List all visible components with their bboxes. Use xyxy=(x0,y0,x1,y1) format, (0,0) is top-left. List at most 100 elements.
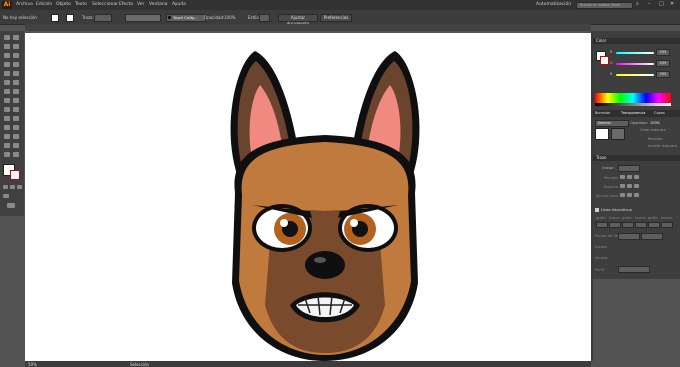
butt-cap-icon[interactable] xyxy=(620,175,625,179)
menu-archivo[interactable]: Archivo xyxy=(16,2,33,7)
stock-search-input[interactable]: Buscar en Adobe Stock xyxy=(576,2,633,9)
fill-swatch[interactable] xyxy=(51,14,59,22)
channel-b-value[interactable]: 255 xyxy=(656,71,670,78)
invert-mask-checkbox[interactable]: Invertir máscara xyxy=(648,144,677,148)
channel-g-slider[interactable] xyxy=(616,63,654,65)
menu-edicion[interactable]: Edición xyxy=(36,2,52,7)
align-inside-icon[interactable] xyxy=(627,193,632,197)
color-panel-header[interactable]: Color xyxy=(593,38,680,44)
screen-mode-icon[interactable] xyxy=(7,203,15,208)
square-cap-icon[interactable] xyxy=(634,175,639,179)
rectangle-tool-icon[interactable] xyxy=(4,71,10,76)
color-mode-icon[interactable] xyxy=(3,185,8,189)
channel-g-value[interactable]: 255 xyxy=(656,60,670,67)
lasso-tool-icon[interactable] xyxy=(13,44,19,49)
pencil-tool-icon[interactable] xyxy=(4,80,10,85)
opacity-value[interactable]: 100% xyxy=(224,15,235,20)
clip-checkbox[interactable]: Recortar xyxy=(648,137,663,141)
menu-seleccionar[interactable]: Seleccionar xyxy=(92,2,118,7)
stroke-swatch[interactable] xyxy=(66,14,74,22)
shape-builder-tool-icon[interactable] xyxy=(4,107,10,112)
eyedropper-tool-icon[interactable] xyxy=(4,125,10,130)
color-stroke-swatch-icon[interactable] xyxy=(600,56,609,65)
style-select[interactable] xyxy=(259,14,270,22)
magic-wand-tool-icon[interactable] xyxy=(4,44,10,49)
type-tool-icon[interactable] xyxy=(4,62,10,67)
variable-width-profile[interactable] xyxy=(125,14,161,22)
line-tool-icon[interactable] xyxy=(13,62,19,67)
menu-ventana[interactable]: Ventana xyxy=(149,2,167,7)
dash-3[interactable] xyxy=(648,222,660,228)
document-setup-button[interactable]: Ajustar documento xyxy=(278,14,318,26)
stroke-weight-field[interactable] xyxy=(94,14,112,22)
align-center-icon[interactable] xyxy=(620,193,625,197)
direct-selection-tool-icon[interactable] xyxy=(13,35,19,40)
tab-borrador[interactable]: Borrador xyxy=(595,111,610,115)
miter-join-icon[interactable] xyxy=(620,184,625,188)
round-join-icon[interactable] xyxy=(627,184,632,188)
free-transform-tool-icon[interactable] xyxy=(13,98,19,103)
dash-2[interactable] xyxy=(622,222,634,228)
rotate-tool-icon[interactable] xyxy=(4,89,10,94)
artboard-tool-icon[interactable] xyxy=(4,143,10,148)
transparency-opacity-value[interactable]: 100% xyxy=(650,121,660,125)
profile-select[interactable] xyxy=(618,266,650,273)
transparency-thumbnail[interactable] xyxy=(595,128,609,140)
menu-efecto[interactable]: Efecto xyxy=(119,2,133,7)
graph-tool-icon[interactable] xyxy=(13,134,19,139)
stroke-weight-input[interactable] xyxy=(618,165,640,172)
gradient-tool-icon[interactable] xyxy=(13,116,19,121)
channel-r-slider[interactable] xyxy=(616,52,654,54)
arrowhead-start-select[interactable] xyxy=(618,233,640,240)
gap-2[interactable] xyxy=(635,222,647,228)
arrowhead-end-select[interactable] xyxy=(641,233,663,240)
brush-definition-select[interactable]: Touch Callig... xyxy=(166,14,206,22)
pen-tool-icon[interactable] xyxy=(4,53,10,58)
gap-3[interactable] xyxy=(661,222,673,228)
color-spectrum[interactable] xyxy=(595,93,671,103)
perspective-tool-icon[interactable] xyxy=(13,107,19,112)
workspace-switcher[interactable]: Automatización xyxy=(536,2,571,7)
zoom-tool-icon[interactable] xyxy=(13,152,19,157)
scale-tool-icon[interactable] xyxy=(13,89,19,94)
stroke-swatch-icon[interactable] xyxy=(10,170,20,180)
mesh-tool-icon[interactable] xyxy=(4,116,10,121)
blend-tool-icon[interactable] xyxy=(13,125,19,130)
mask-thumbnail[interactable] xyxy=(611,128,625,140)
menu-ver[interactable]: Ver xyxy=(137,2,144,7)
gap-1[interactable] xyxy=(609,222,621,228)
blend-mode-select[interactable]: Normal xyxy=(595,120,629,127)
dashed-line-checkbox[interactable] xyxy=(595,208,599,212)
minimize-icon[interactable]: – xyxy=(648,1,651,7)
menu-texto[interactable]: Texto xyxy=(75,2,87,7)
hand-tool-icon[interactable] xyxy=(4,152,10,157)
menu-ayuda[interactable]: Ayuda xyxy=(172,2,186,7)
none-mode-icon[interactable] xyxy=(17,185,22,189)
dash-1[interactable] xyxy=(596,222,608,228)
align-outside-icon[interactable] xyxy=(634,193,639,197)
tab-transparencia[interactable]: Transparencia xyxy=(621,111,645,115)
draw-mode-icon[interactable] xyxy=(3,194,9,198)
maximize-icon[interactable]: □ xyxy=(659,1,664,7)
selection-tool-icon[interactable] xyxy=(4,35,10,40)
round-cap-icon[interactable] xyxy=(627,175,632,179)
search-icon[interactable]: ⌕ xyxy=(636,1,639,7)
width-tool-icon[interactable] xyxy=(4,98,10,103)
gradient-mode-icon[interactable] xyxy=(10,185,15,189)
close-icon[interactable]: ✕ xyxy=(670,1,674,7)
slice-tool-icon[interactable] xyxy=(13,143,19,148)
tab-capas[interactable]: Capas xyxy=(654,111,665,115)
channel-b-slider[interactable] xyxy=(616,74,654,76)
bevel-join-icon[interactable] xyxy=(634,184,639,188)
channel-r-value[interactable]: 255 xyxy=(656,49,670,56)
dog-illustration[interactable] xyxy=(200,43,450,361)
eraser-tool-icon[interactable] xyxy=(13,80,19,85)
curvature-tool-icon[interactable] xyxy=(13,53,19,58)
menu-objeto[interactable]: Objeto xyxy=(56,2,71,7)
zoom-level[interactable]: 50% xyxy=(28,362,37,367)
symbol-sprayer-tool-icon[interactable] xyxy=(4,134,10,139)
preferences-button[interactable]: Preferencias xyxy=(320,14,352,22)
create-mask-button[interactable]: Crear máscara xyxy=(640,128,666,132)
grayscale-spectrum[interactable] xyxy=(595,103,671,106)
brush-tool-icon[interactable] xyxy=(13,71,19,76)
